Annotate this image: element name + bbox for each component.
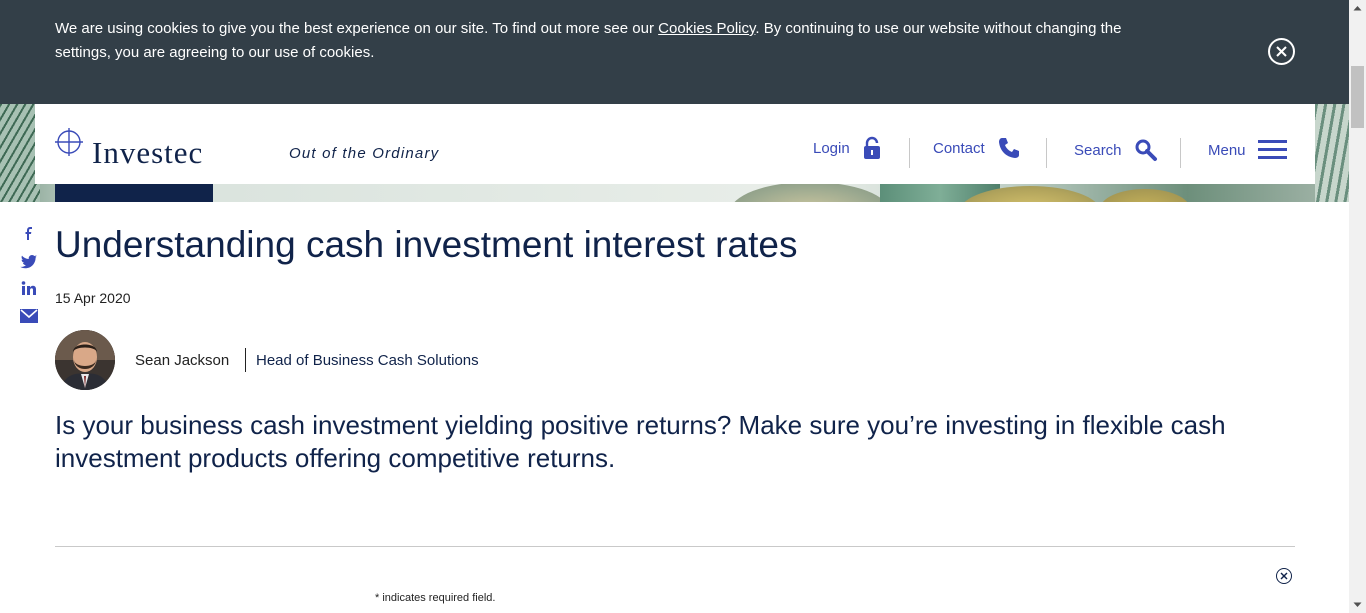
author-role: Head of Business Cash Solutions — [256, 352, 479, 369]
category-tag — [55, 184, 213, 202]
scrollbar-thumb[interactable] — [1351, 66, 1364, 128]
cookie-close-button[interactable] — [1268, 38, 1295, 65]
required-field-note: * indicates required field. — [375, 592, 496, 604]
login-button[interactable]: Login — [813, 128, 882, 168]
author-photo — [55, 330, 115, 390]
menu-button[interactable]: Menu — [1208, 130, 1287, 170]
nav-separator — [1180, 138, 1181, 168]
author-avatar — [55, 330, 115, 390]
search-button[interactable]: Search — [1074, 130, 1158, 170]
logo-wordmark: Investec — [92, 135, 204, 170]
cookie-message: We are using cookies to give you the bes… — [55, 17, 1135, 65]
phone-icon — [998, 138, 1019, 158]
cookie-text-before: We are using cookies to give you the bes… — [55, 20, 659, 37]
cookie-banner: We are using cookies to give you the bes… — [0, 0, 1349, 104]
twitter-icon[interactable] — [20, 253, 38, 271]
close-icon — [1280, 572, 1288, 580]
linkedin-icon[interactable] — [20, 280, 38, 298]
contact-label: Contact — [933, 139, 985, 157]
contact-button[interactable]: Contact — [933, 128, 1021, 168]
email-icon[interactable] — [20, 307, 38, 325]
article-date: 15 Apr 2020 — [55, 290, 131, 306]
cookies-policy-link[interactable]: Cookies Policy — [658, 20, 755, 37]
page-scrollbar[interactable] — [1349, 0, 1366, 613]
logo-crosshair-icon — [55, 128, 83, 156]
investec-logo[interactable]: Investec — [55, 128, 255, 170]
nav-separator — [1046, 138, 1047, 168]
login-label: Login — [813, 139, 850, 157]
padlock-icon — [863, 136, 880, 159]
facebook-icon[interactable] — [20, 226, 38, 244]
article-lead: Is your business cash investment yieldin… — [55, 410, 1226, 473]
social-share-bar — [20, 226, 40, 334]
author-name: Sean Jackson — [135, 352, 230, 369]
hamburger-menu-icon — [1257, 140, 1287, 159]
scroll-down-arrow-icon[interactable] — [1349, 596, 1366, 613]
tagline: Out of the Ordinary — [289, 145, 440, 162]
section-divider — [55, 546, 1295, 547]
form-close-button[interactable] — [1276, 568, 1292, 584]
menu-label: Menu — [1208, 141, 1246, 159]
search-icon — [1135, 139, 1157, 161]
author-separator — [245, 348, 246, 372]
search-label: Search — [1074, 141, 1122, 159]
nav-separator — [909, 138, 910, 168]
scroll-up-arrow-icon[interactable] — [1349, 0, 1366, 17]
site-header: Investec Out of the Ordinary Login Conta… — [35, 104, 1315, 184]
close-icon — [1276, 46, 1287, 57]
article-title: Understanding cash investment interest r… — [55, 224, 798, 265]
